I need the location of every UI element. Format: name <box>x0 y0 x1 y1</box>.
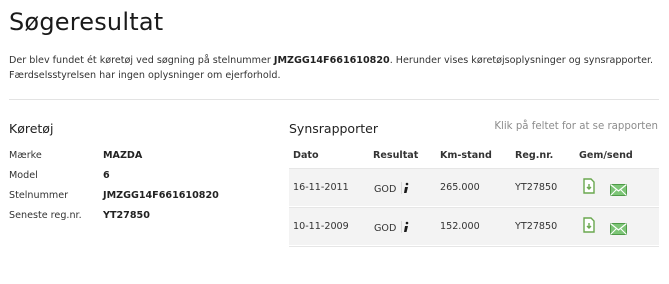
vehicle-heading: Køretøj <box>9 121 54 136</box>
intro-text: Der blev fundet ét køretøj ved søgning p… <box>9 53 659 83</box>
pdf-save-icon[interactable] <box>583 178 595 198</box>
table-row[interactable]: 10-11-2009 GOD 152.000 YT27850 <box>289 208 659 245</box>
vehicle-field-model: Model 6 <box>9 170 110 181</box>
reports-hint: Klik på feltet for at se rapporten <box>494 121 658 132</box>
vehicle-field-make: Mærke MAZDA <box>9 150 142 161</box>
col-header-save-send: Gem/send <box>579 150 633 161</box>
info-icon[interactable] <box>401 221 410 233</box>
field-label: Seneste reg.nr. <box>9 210 82 221</box>
reports-heading: Synsrapporter <box>289 121 378 136</box>
vehicle-field-reg: Seneste reg.nr. YT27850 <box>9 210 150 221</box>
field-value: MAZDA <box>103 150 143 161</box>
cell-reg: YT27850 <box>515 182 558 193</box>
field-value: JMZGG14F661610820 <box>103 190 219 201</box>
col-header-km: Km-stand <box>440 150 492 161</box>
vehicle-field-vin: Stelnummer JMZGG14F661610820 <box>9 190 219 201</box>
cell-result: GOD <box>374 221 410 234</box>
row-divider <box>289 246 659 247</box>
intro-vin: JMZGG14F661610820 <box>273 55 390 66</box>
pdf-save-icon[interactable] <box>583 217 595 237</box>
cell-km: 265.000 <box>440 182 480 193</box>
info-icon[interactable] <box>401 182 410 194</box>
cell-date: 10-11-2009 <box>293 221 349 232</box>
field-value: 6 <box>103 170 110 181</box>
result-text: GOD <box>374 184 397 195</box>
col-header-result: Resultat <box>373 150 419 161</box>
col-header-date: Dato <box>293 150 319 161</box>
cell-result: GOD <box>374 182 410 195</box>
cell-reg: YT27850 <box>515 221 558 232</box>
field-value: YT27850 <box>103 210 150 221</box>
result-text: GOD <box>374 223 397 234</box>
email-icon[interactable] <box>610 220 627 239</box>
intro-before: Der blev fundet ét køretøj ved søgning p… <box>9 55 274 66</box>
col-header-reg: Reg.nr. <box>515 150 554 161</box>
table-row[interactable]: 16-11-2011 GOD 265.000 YT27850 <box>289 169 659 206</box>
field-label: Model <box>9 170 38 181</box>
field-label: Mærke <box>9 150 42 161</box>
cell-date: 16-11-2011 <box>293 182 349 193</box>
email-icon[interactable] <box>610 181 627 200</box>
field-label: Stelnummer <box>9 190 69 201</box>
divider <box>9 99 659 100</box>
page-title: Søgeresultat <box>9 8 164 36</box>
cell-km: 152.000 <box>440 221 480 232</box>
